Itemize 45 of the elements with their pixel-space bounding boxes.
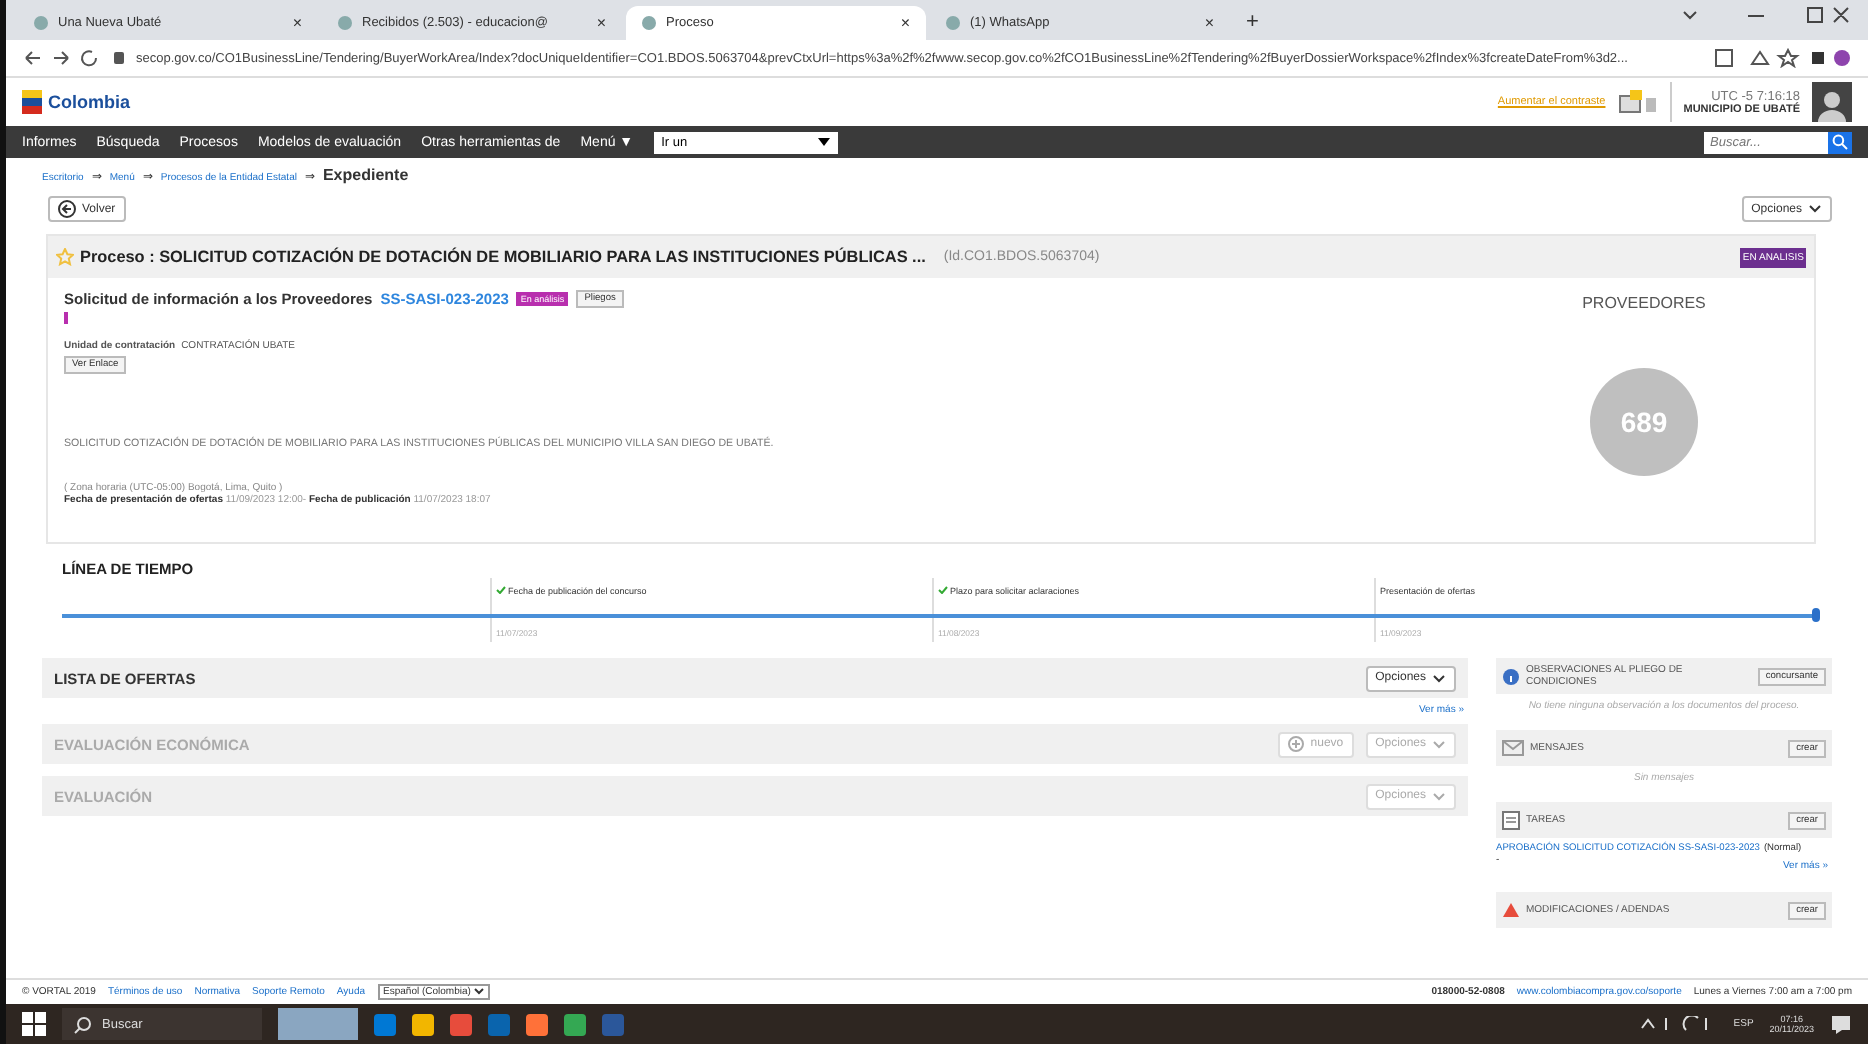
- navigation-arrows-icon[interactable]: [22, 48, 102, 68]
- caret-icon: [1808, 204, 1822, 214]
- caret-icon: [1432, 791, 1446, 801]
- tab-favicon-icon: [34, 16, 48, 30]
- taskbar-app-icon[interactable]: [450, 1013, 472, 1035]
- search-icon: [74, 1015, 92, 1033]
- tab-favicon-icon: [338, 16, 352, 30]
- close-tab-button[interactable]: ×: [596, 14, 606, 32]
- notification-icon[interactable]: [1830, 1013, 1852, 1035]
- tab-favicon-icon: [642, 16, 656, 30]
- providers-label: PROVEEDORES: [1582, 294, 1706, 312]
- mail-notification-icon[interactable]: [1617, 90, 1658, 114]
- lock-icon: [114, 52, 124, 64]
- timeline-end-marker: [1812, 608, 1820, 622]
- envelope-icon: [1502, 740, 1524, 756]
- warning-icon: [1502, 902, 1520, 918]
- browser-toolbar-icon[interactable]: [1712, 48, 1852, 68]
- taskbar-app-icon[interactable]: [564, 1013, 586, 1035]
- taskbar-app-icon[interactable]: [412, 1013, 434, 1035]
- search-highlight-picture: [278, 1008, 358, 1040]
- search-button[interactable]: [1828, 131, 1852, 153]
- star-icon[interactable]: [56, 248, 74, 266]
- providers-count: 689: [1590, 368, 1698, 476]
- back-arrow-icon: [58, 200, 76, 218]
- close-tab-button[interactable]: ×: [900, 14, 910, 32]
- caret-icon: [474, 988, 485, 996]
- caret-icon: [1432, 673, 1446, 683]
- page-title: Expediente: [322, 166, 409, 184]
- check-icon: [496, 586, 506, 594]
- close-tab-button[interactable]: ×: [292, 14, 302, 32]
- plus-circle-icon: [1288, 736, 1305, 752]
- tab-favicon-icon: [946, 16, 960, 30]
- info-icon: [1502, 667, 1520, 685]
- caret-icon: [1432, 739, 1446, 749]
- close-tab-button[interactable]: ×: [1204, 14, 1214, 32]
- taskbar-app-icon[interactable]: [374, 1013, 396, 1035]
- new-tab-button[interactable]: +: [1234, 10, 1271, 40]
- start-icon[interactable]: [22, 1012, 46, 1036]
- process-title: Proceso : SOLICITUD COTIZACIÓN DE DOTACIÓN DE MOBILIARIO PARA LAS INSTITUCIONES PÚBLICAS ...: [80, 248, 926, 266]
- clipboard-icon: [1502, 810, 1520, 830]
- status-bar-marker: [64, 312, 68, 324]
- colombia-compra-logo[interactable]: Colombia: [22, 90, 131, 114]
- check-icon: [938, 586, 948, 594]
- taskbar-app-icon[interactable]: [526, 1013, 548, 1035]
- user-avatar[interactable]: [1812, 82, 1852, 122]
